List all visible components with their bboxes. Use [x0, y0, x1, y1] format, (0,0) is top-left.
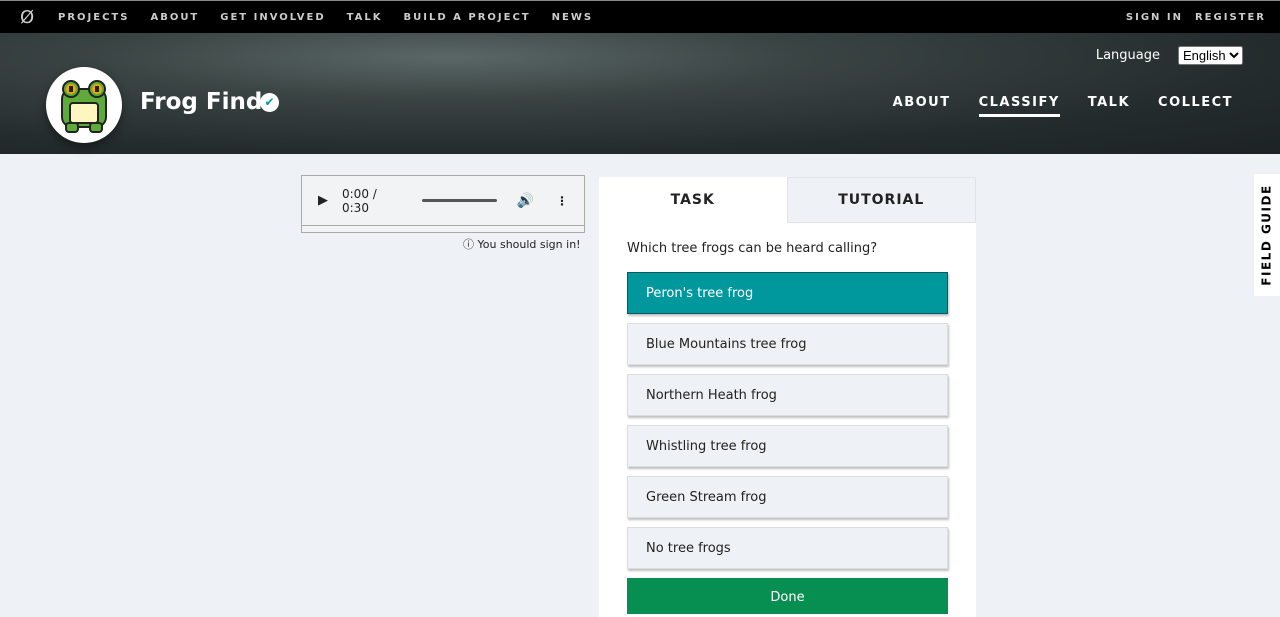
project-nav: ABOUT CLASSIFY TALK COLLECT	[865, 95, 1233, 117]
tab-tutorial[interactable]: TUTORIAL	[786, 177, 976, 223]
register-link[interactable]: REGISTER	[1195, 12, 1266, 23]
language-select[interactable]: English	[1178, 46, 1243, 65]
sign-in-link[interactable]: SIGN IN	[1126, 12, 1183, 23]
answer-option[interactable]: No tree frogs	[627, 527, 948, 569]
project-nav-classify[interactable]: CLASSIFY	[978, 95, 1060, 117]
answer-option[interactable]: Whistling tree frog	[627, 425, 948, 467]
zooniverse-logo-icon[interactable]: Ø	[20, 7, 58, 28]
answer-option[interactable]: Northern Heath frog	[627, 374, 948, 416]
play-icon[interactable]: ▶	[318, 193, 328, 208]
answer-option[interactable]: Blue Mountains tree frog	[627, 323, 948, 365]
project-nav-collect[interactable]: COLLECT	[1158, 95, 1233, 117]
field-guide-tab[interactable]: FIELD GUIDE	[1254, 174, 1280, 296]
nav-get-involved[interactable]: GET INVOLVED	[220, 12, 325, 23]
task-panel: TASK TUTORIAL Which tree frogs can be he…	[599, 177, 976, 617]
project-nav-talk[interactable]: TALK	[1088, 95, 1130, 117]
project-avatar[interactable]	[46, 67, 122, 143]
task-question: Which tree frogs can be heard calling?	[627, 241, 878, 256]
answer-option[interactable]: Green Stream frog	[627, 476, 948, 518]
sign-in-notice: ⓘ You should sign in!	[463, 238, 581, 251]
language-label: Language	[1095, 48, 1160, 63]
audio-time: 0:00 / 0:30	[342, 186, 377, 215]
nav-projects[interactable]: PROJECTS	[58, 12, 129, 23]
tab-task[interactable]: TASK	[599, 177, 787, 223]
nav-news[interactable]: NEWS	[552, 12, 593, 23]
nav-about[interactable]: ABOUT	[150, 12, 199, 23]
language-selector: Language English	[1096, 46, 1243, 65]
audio-player: ▶ 0:00 / 0:30 🔊 ⋮	[301, 175, 585, 233]
nav-talk[interactable]: TALK	[347, 12, 383, 23]
nav-build-project[interactable]: BUILD A PROJECT	[404, 12, 531, 23]
done-button[interactable]: Done	[627, 578, 948, 614]
volume-icon[interactable]: 🔊	[517, 193, 534, 209]
project-title[interactable]: Frog Find	[140, 89, 262, 115]
project-nav-about[interactable]: ABOUT	[893, 95, 951, 117]
info-icon: ⓘ	[463, 238, 478, 251]
project-header: Frog Find ✔ Language English ABOUT CLASS…	[0, 33, 1280, 154]
site-topbar: Ø PROJECTS ABOUT GET INVOLVED TALK BUILD…	[0, 0, 1280, 33]
more-options-icon[interactable]: ⋮	[556, 194, 568, 208]
verified-badge-icon: ✔	[260, 93, 279, 112]
audio-progress-slider[interactable]	[421, 199, 497, 202]
frog-icon	[61, 80, 107, 133]
answer-option[interactable]: Peron's tree frog	[627, 272, 948, 314]
